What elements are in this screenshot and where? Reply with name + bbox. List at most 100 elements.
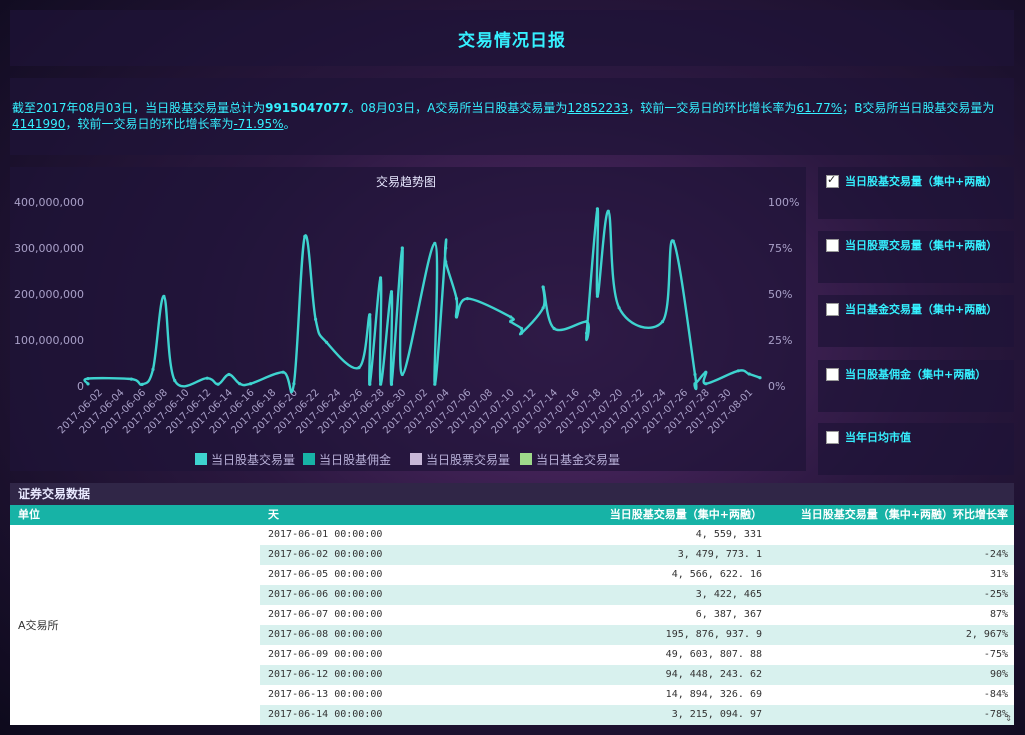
table-row[interactable]: 2017-06-01 00:00:00 4, 559, 331 <box>260 525 1014 545</box>
data-point[interactable] <box>389 290 394 294</box>
data-point[interactable] <box>595 207 600 211</box>
series-line[interactable] <box>83 207 761 394</box>
legend-item[interactable]: 当日股基佣金 <box>303 452 391 467</box>
metric-option[interactable]: 当年日均市值 <box>826 429 1006 445</box>
table-row[interactable]: 2017-06-05 00:00:00 4, 566, 622. 16 31% <box>260 565 1014 585</box>
data-point[interactable] <box>151 367 155 371</box>
checkbox-icon[interactable] <box>826 367 839 381</box>
data-point[interactable] <box>227 372 231 377</box>
data-point[interactable] <box>509 320 513 324</box>
data-point[interactable] <box>519 331 524 335</box>
data-point[interactable] <box>400 246 404 250</box>
data-point[interactable] <box>140 382 144 386</box>
data-point[interactable] <box>444 246 448 250</box>
data-point[interactable] <box>216 382 220 386</box>
data-point[interactable] <box>162 294 166 298</box>
cell-volume: 4, 559, 331 <box>695 529 762 540</box>
data-point[interactable] <box>292 382 296 386</box>
data-point[interactable] <box>454 315 459 319</box>
checkbox-icon[interactable] <box>826 302 839 316</box>
data-point[interactable] <box>519 326 524 331</box>
legend-item[interactable]: 当日股基交易量 <box>195 452 295 467</box>
metric-option[interactable]: 当日股基佣金（集中+两融） <box>826 366 1006 382</box>
legend-swatch <box>520 453 532 465</box>
metric-option[interactable]: 当日股基交易量（集中+两融） <box>826 173 1006 189</box>
data-point[interactable] <box>758 376 762 380</box>
data-point[interactable] <box>433 382 437 386</box>
data-point[interactable] <box>379 382 383 386</box>
header-volume[interactable]: 当日股基交易量（集中+两融） <box>610 505 762 525</box>
header-unit[interactable]: 单位 <box>18 505 40 525</box>
cell-day: 2017-06-07 00:00:00 <box>268 609 383 620</box>
scroll-arrows-icon[interactable]: ⇕ <box>1005 714 1012 723</box>
cell-day: 2017-06-13 00:00:00 <box>268 689 383 700</box>
summary-a-rate: 61.77% <box>796 101 843 115</box>
data-point[interactable] <box>249 382 253 386</box>
data-point[interactable] <box>400 372 404 377</box>
data-point[interactable] <box>736 369 740 373</box>
data-point[interactable] <box>368 313 372 317</box>
data-point[interactable] <box>465 297 469 301</box>
summary-total: 9915047077 <box>265 101 349 115</box>
table-row[interactable]: 2017-06-13 00:00:00 14, 894, 326. 69 -84% <box>260 685 1014 705</box>
legend-item[interactable]: 当日股票交易量 <box>410 452 510 467</box>
cell-rate: 2, 967% <box>965 629 1008 640</box>
data-point[interactable] <box>303 234 307 239</box>
data-point[interactable] <box>541 285 545 289</box>
data-point[interactable] <box>368 382 372 386</box>
y2-tick-label: 75% <box>768 242 792 255</box>
header-day[interactable]: 天 <box>268 505 279 525</box>
data-point[interactable] <box>433 241 437 245</box>
table-row[interactable]: 2017-06-14 00:00:00 3, 215, 094. 97 -78% <box>260 705 1014 725</box>
data-point[interactable] <box>173 378 177 383</box>
data-point[interactable] <box>617 306 621 310</box>
data-point[interactable] <box>281 370 285 374</box>
legend-label: 当日股票交易量 <box>426 452 510 467</box>
data-point[interactable] <box>86 382 90 386</box>
data-point[interactable] <box>357 366 361 370</box>
checkbox-icon[interactable] <box>826 173 839 188</box>
table-row[interactable]: 2017-06-06 00:00:00 3, 422, 465 -25% <box>260 585 1014 605</box>
data-point[interactable] <box>238 382 242 386</box>
data-point[interactable] <box>86 377 90 381</box>
data-point[interactable] <box>585 320 589 324</box>
checkbox-icon[interactable] <box>826 238 839 252</box>
data-point[interactable] <box>541 306 545 310</box>
data-point[interactable] <box>314 317 318 321</box>
y-axis-right: 0% 25% 50% 75% 100% <box>768 196 799 393</box>
table-row[interactable]: 2017-06-08 00:00:00 195, 876, 937. 9 2, 96… <box>260 625 1014 645</box>
header-rate[interactable]: 当日股基交易量（集中+两融）环比增长率 <box>801 505 1008 525</box>
cell-volume: 3, 422, 465 <box>695 589 762 600</box>
data-point[interactable] <box>379 276 383 280</box>
table-row[interactable]: 2017-06-07 00:00:00 6, 387, 367 87% <box>260 605 1014 625</box>
data-point[interactable] <box>444 260 448 264</box>
data-point[interactable] <box>389 382 394 386</box>
data-point[interactable] <box>671 239 675 243</box>
table-row[interactable]: 2017-06-12 00:00:00 94, 448, 243. 62 90% <box>260 665 1014 685</box>
data-point[interactable] <box>660 320 665 324</box>
metric-option[interactable]: 当日基金交易量（集中+两融） <box>826 301 1006 317</box>
metric-option[interactable]: 当日股票交易量（集中+两融） <box>826 237 1006 253</box>
table-row[interactable]: 2017-06-09 00:00:00 49, 603, 807. 88 -75% <box>260 645 1014 665</box>
data-point[interactable] <box>324 340 329 344</box>
data-point[interactable] <box>454 297 459 301</box>
data-point[interactable] <box>606 209 610 213</box>
summary-panel: 截至2017年08月03日，当日股基交易量总计为9915047077。08月03… <box>10 78 1014 155</box>
data-point[interactable] <box>509 315 513 319</box>
y-tick-label: 100,000,000 <box>14 334 84 347</box>
data-point[interactable] <box>747 372 751 376</box>
data-point[interactable] <box>693 372 697 377</box>
data-point[interactable] <box>595 294 600 298</box>
data-point[interactable] <box>693 382 697 386</box>
data-point[interactable] <box>704 370 708 374</box>
data-point[interactable] <box>552 326 556 331</box>
data-point[interactable] <box>585 331 589 335</box>
legend-item[interactable]: 当日基金交易量 <box>520 452 620 467</box>
data-point[interactable] <box>205 376 209 380</box>
table-row[interactable]: 2017-06-02 00:00:00 3, 479, 773. 1 -24% <box>260 545 1014 565</box>
chart-legend[interactable]: 当日股基交易量 当日股基佣金 当日股票交易量 当日基金交易量 <box>195 452 620 467</box>
data-point[interactable] <box>704 382 708 386</box>
cell-day: 2017-06-12 00:00:00 <box>268 669 383 680</box>
data-point[interactable] <box>129 377 133 381</box>
checkbox-icon[interactable] <box>826 430 839 444</box>
